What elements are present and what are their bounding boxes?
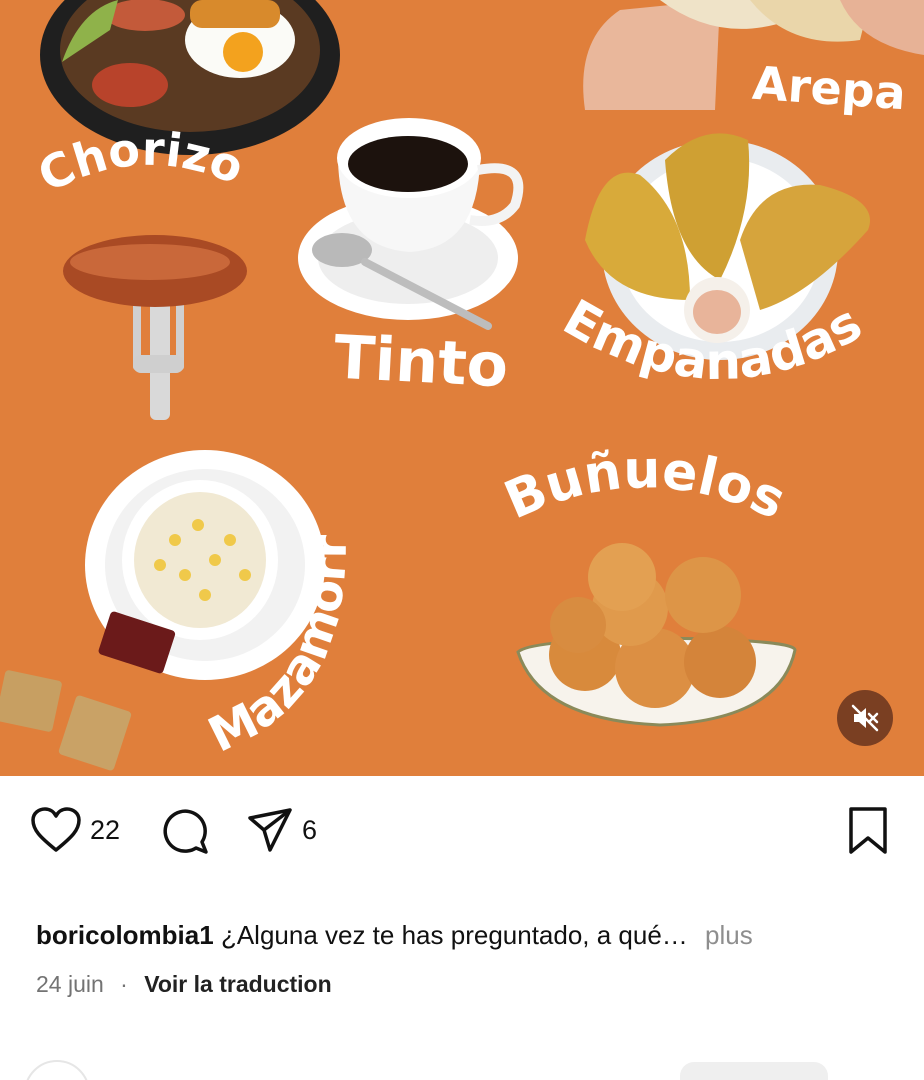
share-count: 6: [302, 814, 318, 845]
share-button[interactable]: 6: [246, 806, 317, 854]
post-action-bar: 22 6: [0, 790, 924, 870]
post-meta: 24 juin · Voir la traduction: [36, 971, 332, 998]
food-label-bunuelos: Buñuelos: [496, 440, 794, 531]
food-label-tinto: Tinto: [332, 323, 510, 402]
caption-more-link[interactable]: plus: [705, 920, 753, 950]
chorizo-image: [63, 235, 247, 420]
bunuelos-image: [516, 543, 797, 727]
meta-separator: ·: [120, 971, 128, 997]
like-button[interactable]: 22: [30, 806, 120, 854]
next-post-header: [0, 1058, 924, 1080]
tinto-coffee-image: [298, 118, 524, 330]
post-caption: boricolombia1 ¿Alguna vez te has pregunt…: [36, 920, 896, 951]
heart-icon: [31, 807, 81, 852]
food-label-arepa: Arepa: [751, 56, 908, 121]
panela-image: [0, 670, 132, 771]
translate-link[interactable]: Voir la traduction: [144, 971, 331, 997]
paper-plane-icon: [248, 808, 292, 852]
post-date: 24 juin: [36, 971, 104, 997]
food-collage-illustration: Chorizo Arepa Tinto Empanadas Buñuelos M…: [0, 0, 924, 771]
bookmark-icon: [849, 807, 887, 854]
mute-button[interactable]: [837, 690, 893, 746]
caption-username[interactable]: boricolombia1: [36, 920, 214, 950]
comment-button[interactable]: [160, 806, 210, 856]
save-button[interactable]: [846, 806, 890, 856]
comment-bubble-icon: [163, 809, 208, 854]
post-media[interactable]: Chorizo Arepa Tinto Empanadas Buñuelos M…: [0, 0, 924, 776]
caption-text: ¿Alguna vez te has preguntado, a qué…: [220, 920, 688, 950]
follow-button[interactable]: [680, 1062, 828, 1080]
speaker-muted-icon: [851, 704, 879, 732]
like-count: 22: [90, 814, 121, 845]
avatar[interactable]: [24, 1060, 90, 1080]
